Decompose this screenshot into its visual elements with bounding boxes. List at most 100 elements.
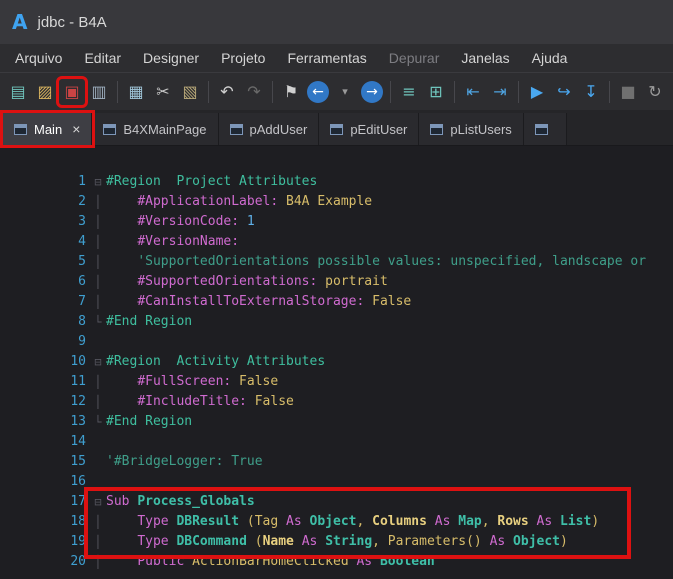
menu-arquivo[interactable]: Arquivo (4, 46, 73, 70)
menu-ferramentas[interactable]: Ferramentas (276, 46, 377, 70)
code-segment: , (356, 514, 373, 529)
fold-guide: │ (94, 235, 102, 249)
code-line-8[interactable]: 8 └ #End Region (0, 312, 673, 332)
fold-toggle-icon[interactable]: ⊟ (90, 492, 106, 512)
code-line-16[interactable]: 16 (0, 472, 673, 492)
code-segment: Map (458, 514, 482, 529)
cut-icon[interactable]: ✂ (150, 79, 176, 105)
code-line-12[interactable]: 12 │ #IncludeTitle: False (0, 392, 673, 412)
copy-icon[interactable]: ▦ (123, 79, 149, 105)
menu-janelas[interactable]: Janelas (450, 46, 520, 70)
print-icon[interactable]: ▥ (86, 79, 112, 105)
code-line-13[interactable]: 13 └ #End Region (0, 412, 673, 432)
menu-depurar[interactable]: Depurar (378, 46, 451, 70)
fold-guide (90, 472, 106, 492)
code-text: Type DBResult (Tag As Object, Columns As… (106, 512, 599, 532)
code-segment: As (356, 554, 380, 569)
code-segment: #FullScreen: (137, 374, 232, 389)
outdent-icon[interactable]: ⇤ (460, 79, 486, 105)
code-segment: List (560, 514, 592, 529)
code-segment: Object (309, 514, 357, 529)
code-line-10[interactable]: 10 ⊟ #Region Activity Attributes (0, 352, 673, 372)
code-line-7[interactable]: 7 │ #CanInstallToExternalStorage: False (0, 292, 673, 312)
modules-panel-icon[interactable]: ⊞ (423, 79, 449, 105)
navigate-forward-icon[interactable]: → (361, 80, 383, 103)
toolbar: ▤ ▨ ▣ ▥ ▦ ✂ ▧ ↶ ↷ ⚑ ← ▾ → ≡ ⊞ ⇤ ⇥ ▶ ↪ ↧ ■ ↻ (0, 72, 673, 110)
tab-pedituser[interactable]: pEditUser (319, 113, 420, 145)
code-line-14[interactable]: 14 (0, 432, 673, 452)
run-icon[interactable]: ▶ (524, 79, 550, 105)
fold-toggle-icon[interactable]: ⊟ (90, 352, 106, 372)
tab-close-icon[interactable]: × (72, 121, 80, 137)
code-line-6[interactable]: 6 │ #SupportedOrientations: portrait (0, 272, 673, 292)
code-editor[interactable]: 1 ⊟ #Region Project Attributes 2 │ #Applicat… (0, 146, 673, 579)
tab-partial[interactable] (523, 113, 567, 145)
code-line-11[interactable]: 11 │ #FullScreen: False (0, 372, 673, 392)
new-project-icon[interactable]: ▤ (5, 79, 31, 105)
save-icon[interactable]: ▣ (56, 75, 88, 108)
code-segment: Columns (372, 514, 427, 529)
code-line-20[interactable]: 20 │ Public ActionBarHomeClicked As Boole… (0, 552, 673, 572)
paste-icon[interactable]: ▧ (177, 79, 203, 105)
menu-designer[interactable]: Designer (132, 46, 210, 70)
code-text: #End Region (106, 312, 192, 332)
code-segment: #IncludeTitle: (137, 394, 247, 409)
fold-guide: │ (94, 395, 102, 409)
code-segment: False (246, 394, 294, 409)
menu-projeto[interactable]: Projeto (210, 46, 276, 70)
code-segment: 'SupportedOrientations possible values: … (137, 254, 647, 269)
code-segment: Object (513, 534, 561, 549)
code-line-3[interactable]: 3 │ #VersionCode: 1 (0, 212, 673, 232)
toolbar-separator (117, 80, 118, 103)
code-line-5[interactable]: 5 │ 'SupportedOrientations possible value… (0, 252, 673, 272)
code-line-9[interactable]: 9 (0, 332, 673, 352)
code-line-17[interactable]: 17 ⊟ Sub Process_Globals (0, 492, 673, 512)
tab-b4xmainpage[interactable]: B4XMainPage (92, 113, 219, 145)
tab-main[interactable]: Main × (0, 110, 96, 148)
indent-icon[interactable]: ⇥ (487, 79, 513, 105)
menu-ajuda[interactable]: Ajuda (521, 46, 579, 70)
code-segment: Boolean (379, 554, 435, 569)
tab-label: pEditUser (350, 121, 408, 137)
history-dropdown-icon[interactable]: ▾ (332, 79, 358, 105)
code-segment: 1 (239, 214, 255, 229)
line-number: 5 (78, 254, 86, 269)
code-line-2[interactable]: 2 │ #ApplicationLabel: B4A Example (0, 192, 673, 212)
step-over-icon[interactable]: ↪ (551, 79, 577, 105)
stop-icon[interactable]: ■ (615, 79, 641, 105)
line-number: 6 (78, 274, 86, 289)
fold-guide: │ (94, 535, 102, 549)
line-number: 18 (70, 514, 86, 529)
code-line-18[interactable]: 18 │ Type DBResult (Tag As Object, Column… (0, 512, 673, 532)
tab-plistusers[interactable]: pListUsers (419, 113, 524, 145)
logs-panel-icon[interactable]: ≡ (396, 79, 422, 105)
code-segment: #ApplicationLabel: (137, 194, 279, 209)
open-project-icon[interactable]: ▨ (32, 79, 58, 105)
code-segment: DBResult (176, 514, 240, 529)
step-into-icon[interactable]: ↧ (578, 79, 604, 105)
code-line-1[interactable]: 1 ⊟ #Region Project Attributes (0, 172, 673, 192)
fold-toggle-icon[interactable]: ⊟ (90, 172, 106, 192)
redo-icon[interactable]: ↷ (241, 79, 267, 105)
line-number: 12 (70, 394, 86, 409)
code-segment: Type (137, 514, 177, 529)
line-number: 15 (70, 454, 86, 469)
code-segment: As (301, 534, 326, 549)
code-segment: ( (246, 534, 263, 549)
undo-icon[interactable]: ↶ (214, 79, 240, 105)
navigate-back-icon[interactable]: ← (307, 80, 329, 103)
line-number: 13 (70, 414, 86, 429)
rebuild-icon[interactable]: ↻ (642, 79, 668, 105)
tab-padduser[interactable]: pAddUser (218, 113, 320, 145)
code-text: #VersionName: (106, 232, 239, 252)
code-line-15[interactable]: 15 '#BridgeLogger: True (0, 452, 673, 472)
bookmark-icon[interactable]: ⚑ (278, 79, 304, 105)
fold-guide (90, 452, 106, 472)
menu-editar[interactable]: Editar (73, 46, 132, 70)
fold-guide: └ (94, 315, 102, 329)
code-line-19[interactable]: 19 │ Type DBCommand (Name As String, Para… (0, 532, 673, 552)
code-line-4[interactable]: 4 │ #VersionName: (0, 232, 673, 252)
